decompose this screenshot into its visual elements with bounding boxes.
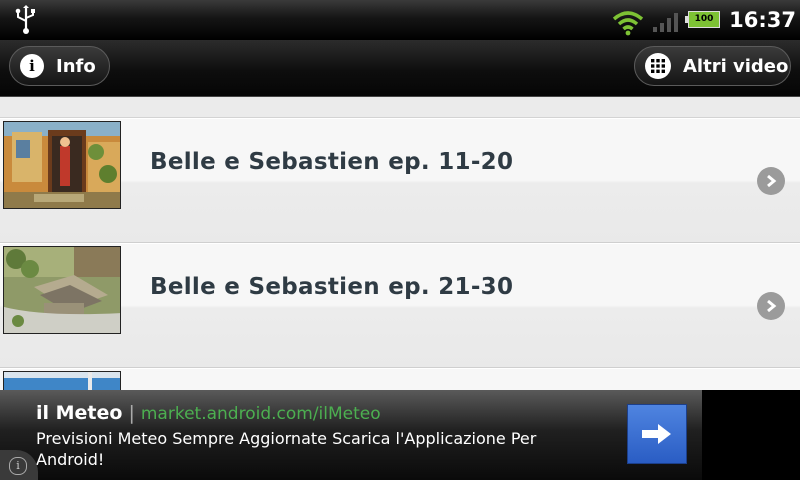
wifi-icon xyxy=(612,11,644,36)
list-item[interactable] xyxy=(0,368,800,390)
status-clock: 16:37 xyxy=(729,8,796,32)
ad-description: Previsioni Meteo Sempre Aggiornate Scari… xyxy=(36,429,537,469)
battery-icon: 100 xyxy=(685,11,720,28)
signal-icon xyxy=(653,13,678,32)
ad-info-icon: i xyxy=(9,457,27,475)
ad-side-panel xyxy=(702,390,800,480)
more-videos-label: Altri video xyxy=(683,55,789,77)
list-spacer xyxy=(0,97,800,118)
chevron-right-icon[interactable] xyxy=(757,292,785,320)
list-item-title: Belle e Sebastien ep. 11-20 xyxy=(150,149,514,175)
info-button[interactable]: i Info xyxy=(9,46,110,86)
video-thumbnail xyxy=(3,371,121,390)
ad-headline: il Meteo | market.android.com/ilMeteo xyxy=(36,402,381,424)
chevron-right-icon[interactable] xyxy=(757,167,785,195)
ad-arrow-button[interactable] xyxy=(627,404,687,464)
info-icon: i xyxy=(20,54,44,78)
grid-icon xyxy=(645,53,671,79)
action-bar: i Info Altri video xyxy=(0,40,800,97)
ad-url[interactable]: market.android.com/ilMeteo xyxy=(141,404,381,424)
usb-icon xyxy=(15,5,35,34)
video-list: Belle e Sebastien ep. 11-20 Belle e Seba… xyxy=(0,97,800,390)
list-item[interactable]: Belle e Sebastien ep. 11-20 xyxy=(0,118,800,243)
ad-banner[interactable]: il Meteo | market.android.com/ilMeteo Prev… xyxy=(0,390,702,480)
info-button-label: Info xyxy=(56,55,96,77)
list-item[interactable]: Belle e Sebastien ep. 21-30 xyxy=(0,243,800,368)
list-item-title: Belle e Sebastien ep. 21-30 xyxy=(150,274,514,300)
more-videos-button[interactable]: Altri video xyxy=(634,46,791,86)
status-bar: 100 16:37 xyxy=(0,0,800,40)
video-thumbnail xyxy=(3,121,121,209)
ad-separator: | xyxy=(128,402,135,424)
ad-title: il Meteo xyxy=(36,402,123,424)
arrow-right-icon xyxy=(642,424,671,444)
video-thumbnail xyxy=(3,246,121,334)
